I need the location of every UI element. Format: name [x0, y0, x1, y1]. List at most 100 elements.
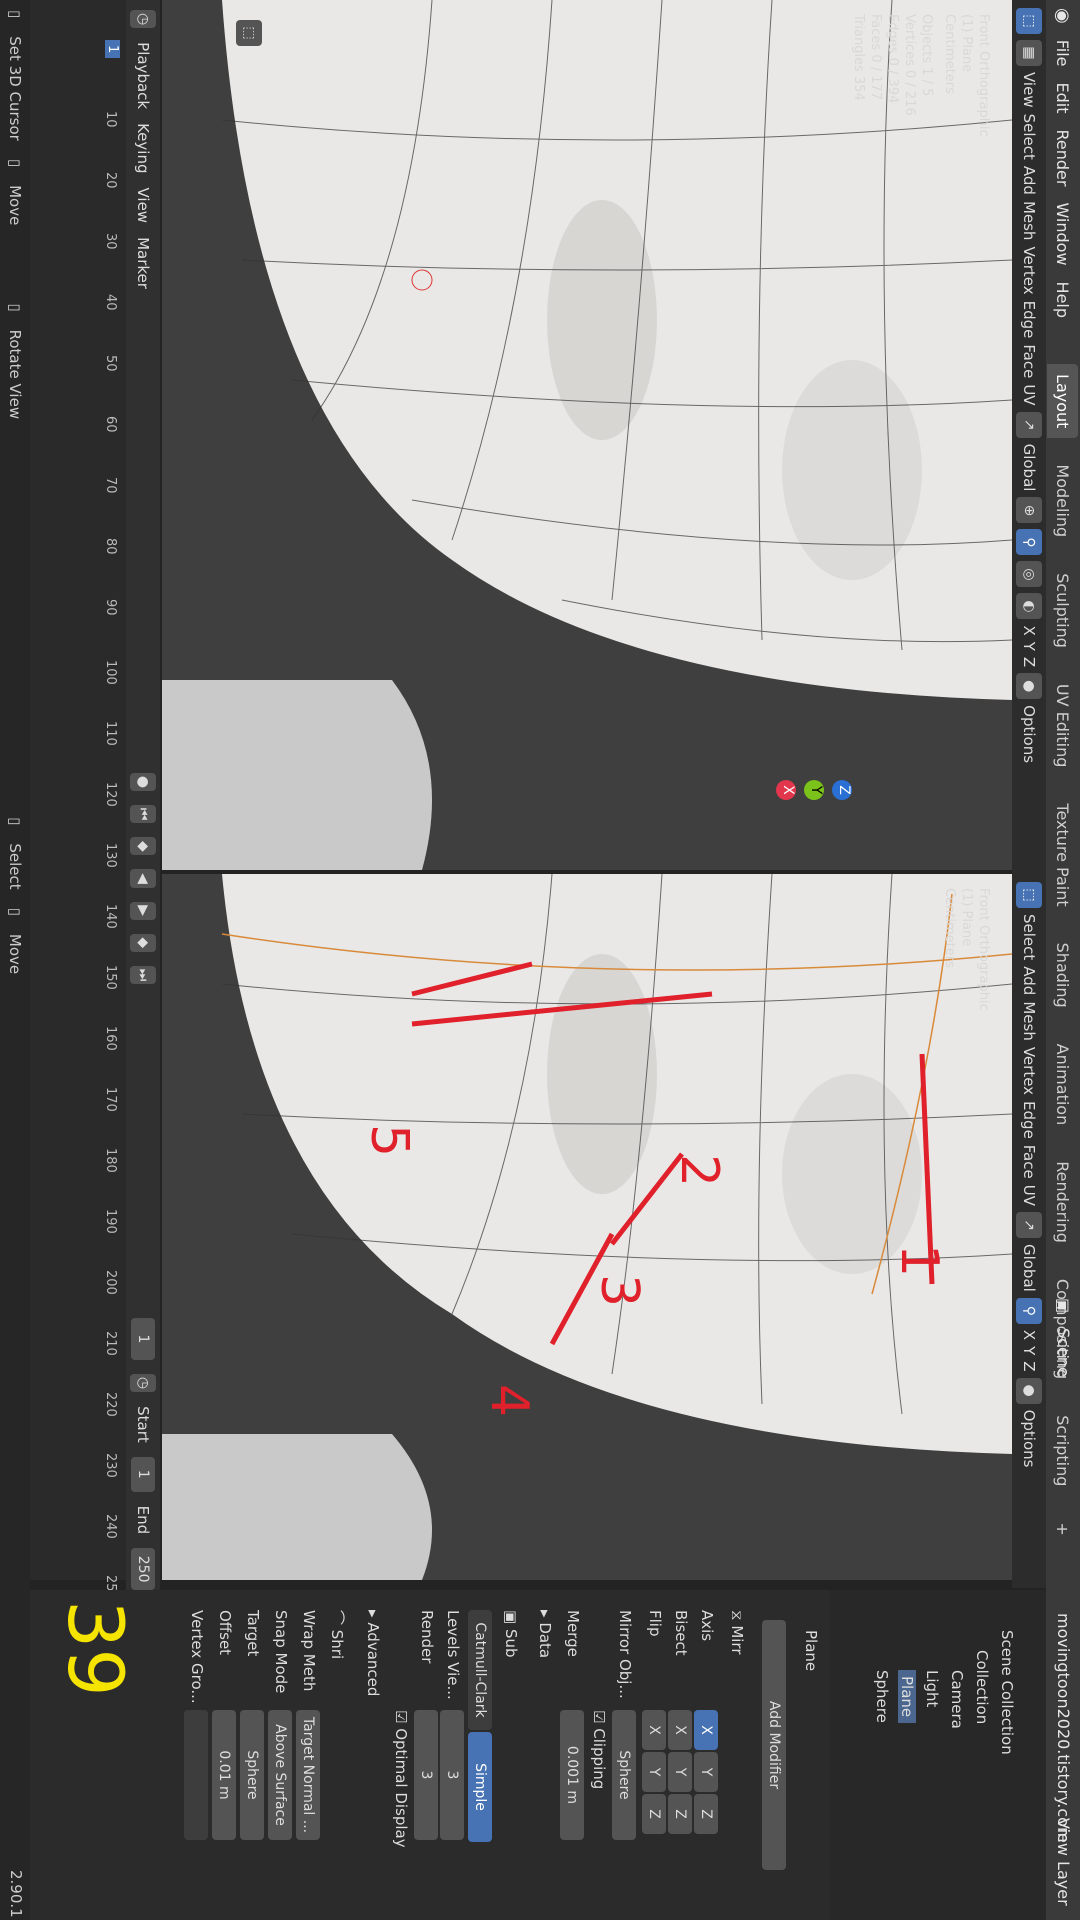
menu-select[interactable]: Select [1020, 914, 1038, 960]
menu-add[interactable]: Add [1020, 166, 1038, 195]
overlay-icon[interactable]: ◐ [1016, 593, 1042, 620]
menu-view[interactable]: View [134, 187, 152, 223]
view-layer-label[interactable]: View Layer [1054, 1818, 1073, 1906]
flip-z[interactable]: Z [642, 1794, 666, 1834]
bisect-y[interactable]: Y [668, 1752, 692, 1792]
snap-mode-dropdown[interactable]: Above Surface [268, 1710, 292, 1840]
menu-playback[interactable]: Playback [134, 42, 152, 109]
menu-file[interactable]: File [1054, 40, 1073, 67]
blender-logo-icon[interactable]: ◉ [1053, 8, 1074, 24]
levels-viewport-field[interactable]: 3 [440, 1710, 464, 1840]
jump-end-icon[interactable]: ⏭ [130, 965, 156, 985]
proportional-icon[interactable]: ◎ [1016, 561, 1042, 588]
optimal-display-checkbox[interactable]: ☑ Optimal Display [392, 1710, 410, 1848]
simple-button[interactable]: Simple [468, 1732, 492, 1842]
snap-icon[interactable]: ⚲ [1016, 529, 1042, 556]
mirror-axis-z[interactable]: Z [694, 1794, 718, 1834]
outliner-plane[interactable]: Plane [898, 1670, 916, 1724]
options-menu[interactable]: Options [1020, 705, 1038, 763]
offset-field[interactable]: 0.01 m [212, 1710, 236, 1840]
clock-icon[interactable]: ◷ [130, 1373, 156, 1393]
play-reverse-icon[interactable]: ◀ [130, 869, 156, 888]
menu-mesh[interactable]: Mesh [1020, 201, 1038, 241]
tab-sculpting[interactable]: Sculpting [1048, 563, 1079, 658]
left-viewport[interactable]: Front Orthographic (1) Plane Centimeters… [162, 0, 1012, 870]
menu-edge[interactable]: Edge [1020, 1101, 1038, 1139]
axis-z[interactable]: Z [1020, 1361, 1038, 1371]
record-icon[interactable]: ● [130, 772, 156, 792]
axis-y[interactable]: Y [1020, 642, 1038, 651]
outliner-light[interactable]: Light [923, 1670, 941, 1707]
current-frame-field[interactable]: 1 [131, 1318, 155, 1360]
menu-add[interactable]: Add [1020, 966, 1038, 995]
axis-z[interactable]: Z [1020, 657, 1038, 667]
next-key-icon[interactable]: ◆ [130, 933, 156, 952]
edit-mode-icon[interactable]: ▦ [1016, 40, 1042, 66]
gizmo-y[interactable]: Y [804, 780, 824, 800]
menu-marker[interactable]: Marker [134, 237, 152, 289]
outliner-camera[interactable]: Camera [948, 1670, 966, 1729]
axis-x[interactable]: X [1020, 1330, 1038, 1340]
timeline-ruler[interactable]: 10 20 30 40 50 60 70 80 90 100 110 120 130 140 150 160 1… [96, 0, 120, 1600]
menu-window[interactable]: Window [1054, 202, 1073, 265]
shading-solid-icon[interactable]: ● [1016, 673, 1042, 700]
orientation-icon[interactable]: ↗ [1016, 411, 1042, 438]
catmull-clark-button[interactable]: Catmull-Clark [468, 1610, 492, 1730]
tab-modeling[interactable]: Modeling [1048, 454, 1079, 547]
menu-mesh[interactable]: Mesh [1020, 1001, 1038, 1041]
merge-distance-field[interactable]: 0.001 m [560, 1710, 584, 1840]
menu-face[interactable]: Face [1020, 344, 1038, 378]
add-modifier-button[interactable]: Add Modifier [762, 1620, 786, 1870]
tab-rendering[interactable]: Rendering [1048, 1151, 1079, 1253]
menu-vertex[interactable]: Vertex [1020, 246, 1038, 294]
mirror-axis-x[interactable]: X [694, 1710, 718, 1750]
play-icon[interactable]: ▶ [130, 901, 156, 920]
clipping-checkbox[interactable]: ☑ Clipping [590, 1710, 608, 1789]
outliner-sphere[interactable]: Sphere [873, 1670, 891, 1723]
data-subpanel[interactable]: ▸ Data [536, 1610, 554, 1658]
menu-face[interactable]: Face [1020, 1145, 1038, 1179]
scene-label[interactable]: Scene [1054, 1328, 1073, 1377]
gizmo-x[interactable]: X [776, 780, 796, 800]
select-box-icon[interactable]: ⬚ [236, 20, 262, 46]
menu-keying[interactable]: Keying [134, 123, 152, 173]
shrinkwrap-modifier-header[interactable]: ⌒ Shri [327, 1610, 348, 1659]
flip-y[interactable]: Y [642, 1752, 666, 1792]
menu-help[interactable]: Help [1054, 282, 1073, 318]
vertex-group-field[interactable] [184, 1710, 208, 1840]
subsurf-modifier-header[interactable]: ▣ Sub [502, 1610, 520, 1658]
start-frame-field[interactable]: 1 [131, 1456, 155, 1492]
menu-edge[interactable]: Edge [1020, 301, 1038, 339]
pivot-icon[interactable]: ⊕ [1016, 497, 1042, 524]
wrap-method-dropdown[interactable]: Target Normal ... [296, 1710, 320, 1840]
orientation-global[interactable]: Global [1020, 444, 1038, 492]
end-frame-field[interactable]: 250 [131, 1548, 155, 1591]
menu-vertex[interactable]: Vertex [1020, 1047, 1038, 1095]
bisect-z[interactable]: Z [668, 1794, 692, 1834]
add-workspace-button[interactable]: + [1048, 1512, 1079, 1545]
menu-uv[interactable]: UV [1020, 384, 1038, 405]
tab-texture-paint[interactable]: Texture Paint [1048, 793, 1079, 916]
orientation-global[interactable]: Global [1020, 1244, 1038, 1292]
timeline-editor-icon[interactable]: ◷ [130, 10, 156, 29]
tab-animation[interactable]: Animation [1048, 1034, 1079, 1136]
snap-icon[interactable]: ⚲ [1016, 1297, 1042, 1324]
menu-select[interactable]: Select [1020, 114, 1038, 160]
axis-y[interactable]: Y [1020, 1346, 1038, 1355]
menu-render[interactable]: Render [1054, 129, 1073, 186]
tab-scripting[interactable]: Scripting [1048, 1405, 1079, 1496]
tab-layout[interactable]: Layout [1047, 364, 1079, 439]
navigation-gizmo[interactable]: Z Y X [776, 780, 852, 800]
prev-key-icon[interactable]: ◆ [130, 837, 156, 856]
menu-edit[interactable]: Edit [1054, 83, 1073, 114]
editor-type-icon[interactable]: ⬚ [1016, 8, 1042, 34]
gizmo-z[interactable]: Z [832, 780, 852, 800]
target-field[interactable]: Sphere [240, 1710, 264, 1840]
options-menu[interactable]: Options [1020, 1410, 1038, 1468]
mirror-axis-y[interactable]: Y [694, 1752, 718, 1792]
axis-x[interactable]: X [1020, 625, 1038, 635]
scene-selector-icon[interactable]: ▣ [1054, 1298, 1073, 1313]
jump-start-icon[interactable]: ⏮ [130, 805, 156, 824]
bisect-x[interactable]: X [668, 1710, 692, 1750]
shading-solid-icon[interactable]: ● [1016, 1377, 1042, 1404]
